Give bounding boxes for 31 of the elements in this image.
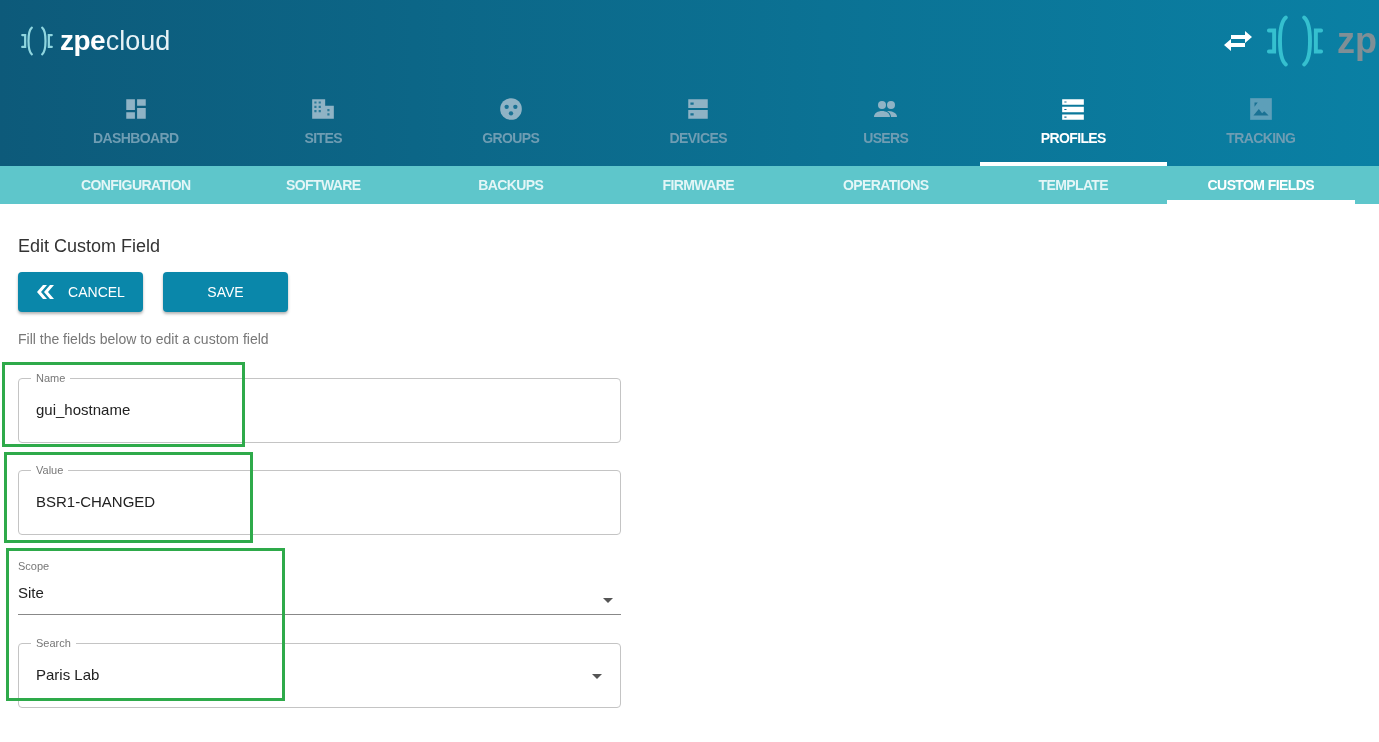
dropdown-caret-icon	[603, 598, 613, 603]
nav-tab[interactable]: DEVICES	[604, 82, 792, 166]
nav-tab[interactable]: DASHBOARD	[42, 82, 230, 166]
action-button[interactable]: CANCEL	[18, 272, 143, 312]
nav-tab[interactable]: TRACKING	[1167, 82, 1355, 166]
scope-select-field[interactable]: Scope Site	[18, 556, 621, 615]
nav-icon	[1060, 96, 1087, 122]
nav-icon	[1247, 96, 1274, 122]
nav-tab[interactable]: SITES	[229, 82, 417, 166]
form-hint: Fill the fields below to edit a custom field	[18, 331, 270, 347]
search-select-field[interactable]: Search Paris Lab	[18, 637, 621, 708]
dropdown-caret-icon	[592, 674, 602, 679]
subnav-tab[interactable]: CONFIGURATION	[42, 166, 230, 204]
brand-logo-text: zp	[1337, 23, 1377, 59]
subnav-tab[interactable]: TEMPLATE	[979, 166, 1167, 204]
nav-tab[interactable]: GROUPS	[417, 82, 605, 166]
action-button[interactable]: SAVE	[163, 272, 288, 312]
double-chevron-icon	[36, 285, 55, 299]
brand-logo-text: zpecloud	[60, 25, 171, 57]
subnav-tab[interactable]: CUSTOM FIELDS	[1167, 166, 1355, 204]
page-title: Edit Custom Field	[18, 236, 162, 257]
subnav-tab[interactable]: FIRMWARE	[604, 166, 792, 204]
nav-tab[interactable]: USERS	[792, 82, 980, 166]
nav-icon	[497, 96, 524, 122]
text-input-field[interactable]: Name gui_hostname	[18, 372, 621, 443]
text-input-field[interactable]: Value BSR1-CHANGED	[18, 464, 621, 535]
subnav-tab[interactable]: OPERATIONS	[792, 166, 980, 204]
subnav-tab[interactable]: SOFTWARE	[229, 166, 417, 204]
nav-icon	[310, 96, 337, 122]
subnav-tab[interactable]: BACKUPS	[417, 166, 605, 204]
swap-arrows-icon[interactable]	[1223, 30, 1253, 52]
